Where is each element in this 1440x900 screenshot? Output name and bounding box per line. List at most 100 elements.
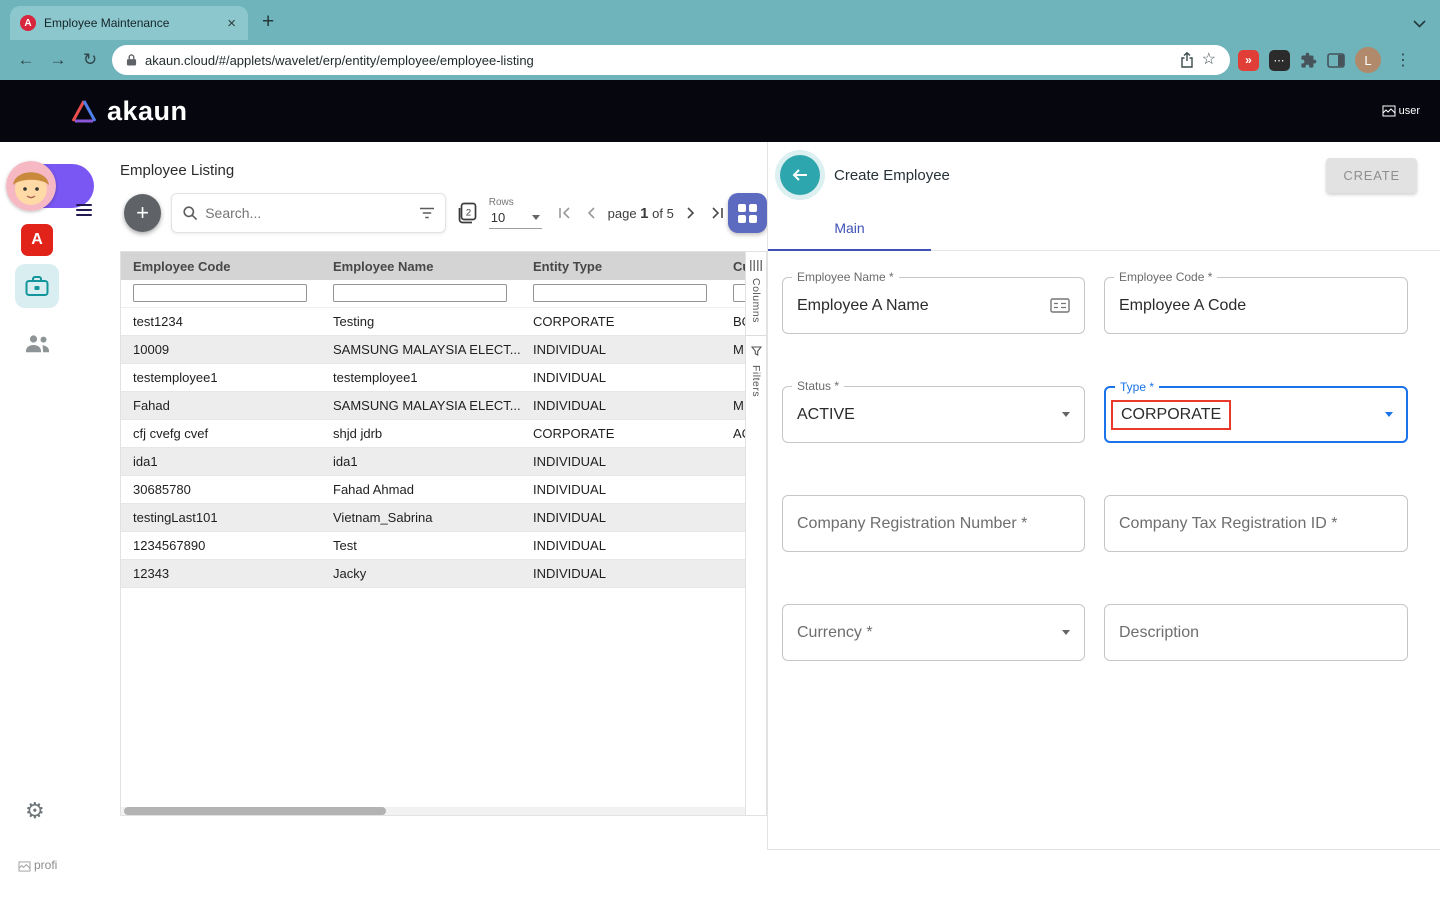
table-row[interactable]: testingLast101Vietnam_SabrinaINDIVIDUAL xyxy=(121,503,745,531)
settings-gear-icon[interactable]: ⚙ xyxy=(25,800,45,822)
akaun-logo: akaun xyxy=(70,96,188,127)
table-header-row: Employee Code Employee Name Entity Type … xyxy=(121,252,745,280)
add-employee-button[interactable]: + xyxy=(124,194,161,232)
cell-name: testemployee1 xyxy=(321,363,521,391)
extensions-puzzle-icon[interactable] xyxy=(1300,52,1317,69)
cell-name: ida1 xyxy=(321,447,521,475)
status-label: Status * xyxy=(792,379,844,393)
table-row[interactable]: cfj cvefg cvefshjd jdrbCORPORATEAC xyxy=(121,419,745,447)
cell-type: CORPORATE xyxy=(521,419,721,447)
reload-icon[interactable]: ↻ xyxy=(76,46,104,74)
search-icon xyxy=(182,205,198,221)
briefcase-icon xyxy=(25,275,49,297)
contact-card-icon[interactable] xyxy=(1050,298,1070,313)
description-label: Description xyxy=(1119,624,1199,642)
cell-code: testingLast101 xyxy=(121,503,321,531)
columns-toggle[interactable]: Columns xyxy=(750,278,762,323)
tab-main[interactable]: Main xyxy=(768,210,931,251)
first-page-button[interactable] xyxy=(554,202,576,224)
column-filter-row xyxy=(121,280,745,307)
table-row[interactable]: 12343JackyINDIVIDUAL xyxy=(121,559,745,587)
pages-view-icon[interactable]: 2 xyxy=(456,202,479,225)
filter-input-employee-code[interactable] xyxy=(133,284,307,302)
dark-extension-icon[interactable]: ⋯ xyxy=(1269,50,1290,71)
side-panel-icon[interactable] xyxy=(1327,53,1345,68)
table-row[interactable]: 1234567890TestINDIVIDUAL xyxy=(121,531,745,559)
search-box[interactable] xyxy=(171,193,446,233)
forward-icon[interactable]: → xyxy=(44,46,72,74)
rows-caret-icon xyxy=(532,215,540,220)
people-applet-icon[interactable] xyxy=(24,334,51,353)
table-row[interactable]: test1234TestingCORPORATEBO xyxy=(121,307,745,335)
create-tabs: Main xyxy=(768,210,1440,251)
horizontal-scrollbar[interactable] xyxy=(121,807,745,815)
cell-code: 12343 xyxy=(121,559,321,587)
company-registration-number-field[interactable]: Company Registration Number * xyxy=(782,495,1085,552)
filters-funnel-icon xyxy=(751,346,762,356)
employee-name-field[interactable]: Employee Name * Employee A Name xyxy=(782,277,1085,334)
browser-profile-avatar[interactable]: L xyxy=(1355,47,1381,73)
back-icon[interactable]: ← xyxy=(12,46,40,74)
table-row[interactable]: testemployee1testemployee1INDIVIDUAL xyxy=(121,363,745,391)
next-page-button[interactable] xyxy=(680,202,702,224)
browser-tab[interactable]: A Employee Maintenance × xyxy=(10,6,248,40)
company-tax-registration-id-field[interactable]: Company Tax Registration ID * xyxy=(1104,495,1408,552)
column-header-employee-code[interactable]: Employee Code xyxy=(121,252,321,280)
cell-type: CORPORATE xyxy=(521,307,721,335)
filter-input-currency[interactable] xyxy=(733,284,745,302)
employee-name-value: Employee A Name xyxy=(797,297,929,315)
cell-cur: M xyxy=(721,391,745,419)
column-header-entity-type[interactable]: Entity Type xyxy=(521,252,721,280)
browser-tab-strip: A Employee Maintenance × + xyxy=(0,0,1440,40)
column-header-employee-name[interactable]: Employee Name xyxy=(321,252,521,280)
currency-field[interactable]: Currency * xyxy=(782,604,1085,661)
cell-cur: BO xyxy=(721,307,745,335)
column-header-currency[interactable]: Cu xyxy=(721,252,745,280)
grid-view-button[interactable] xyxy=(728,193,767,233)
employee-code-field[interactable]: Employee Code * Employee A Code xyxy=(1104,277,1408,334)
cell-code: ida1 xyxy=(121,447,321,475)
tab-search-chevron-icon[interactable] xyxy=(1413,20,1426,28)
scrollbar-thumb[interactable] xyxy=(124,807,386,815)
table-row[interactable]: 30685780Fahad AhmadINDIVIDUAL xyxy=(121,475,745,503)
url-text: akaun.cloud/#/applets/wavelet/erp/entity… xyxy=(145,53,1172,68)
prev-page-button[interactable] xyxy=(580,202,602,224)
pdf-applet-icon[interactable]: A xyxy=(21,224,53,256)
filter-input-employee-name[interactable] xyxy=(333,284,507,302)
rows-per-page-select[interactable]: Rows 10 xyxy=(489,197,542,229)
rows-value: 10 xyxy=(491,210,505,225)
user-avatar[interactable] xyxy=(6,161,56,211)
grid-icon xyxy=(738,204,757,223)
share-icon[interactable] xyxy=(1180,52,1194,68)
cell-cur xyxy=(721,447,745,475)
bookmark-star-icon[interactable]: ☆ xyxy=(1202,52,1216,68)
cell-type: INDIVIDUAL xyxy=(521,335,721,363)
search-input[interactable] xyxy=(205,205,412,221)
browser-menu-icon[interactable]: ⋮ xyxy=(1391,50,1415,70)
table-row[interactable]: FahadSAMSUNG MALAYSIA ELECT...INDIVIDUAL… xyxy=(121,391,745,419)
filter-list-icon[interactable] xyxy=(419,207,435,219)
employee-table-body: test1234TestingCORPORATEBO10009SAMSUNG M… xyxy=(121,307,745,587)
cell-type: INDIVIDUAL xyxy=(521,391,721,419)
create-button[interactable]: CREATE xyxy=(1326,158,1417,193)
user-broken-image[interactable]: user xyxy=(1382,105,1420,117)
new-tab-button[interactable]: + xyxy=(262,11,274,32)
last-page-button[interactable] xyxy=(706,202,728,224)
cell-type: INDIVIDUAL xyxy=(521,363,721,391)
type-field[interactable]: Type * CORPORATE xyxy=(1104,386,1408,443)
url-bar[interactable]: akaun.cloud/#/applets/wavelet/erp/entity… xyxy=(112,45,1230,75)
employee-code-value: Employee A Code xyxy=(1119,297,1246,315)
status-field[interactable]: Status * ACTIVE xyxy=(782,386,1085,443)
create-panel-header: Create Employee CREATE xyxy=(768,142,1440,198)
collapse-menu-icon[interactable] xyxy=(76,201,92,219)
filter-input-entity-type[interactable] xyxy=(533,284,707,302)
table-row[interactable]: ida1ida1INDIVIDUAL xyxy=(121,447,745,475)
back-button[interactable] xyxy=(780,155,820,195)
filters-toggle[interactable]: Filters xyxy=(750,365,762,397)
cell-type: INDIVIDUAL xyxy=(521,559,721,587)
red-extension-icon[interactable]: » xyxy=(1238,50,1259,71)
employee-applet-icon-active[interactable] xyxy=(15,264,59,308)
table-row[interactable]: 10009SAMSUNG MALAYSIA ELECT...INDIVIDUAL… xyxy=(121,335,745,363)
description-field[interactable]: Description xyxy=(1104,604,1408,661)
tab-close-icon[interactable]: × xyxy=(225,16,238,31)
